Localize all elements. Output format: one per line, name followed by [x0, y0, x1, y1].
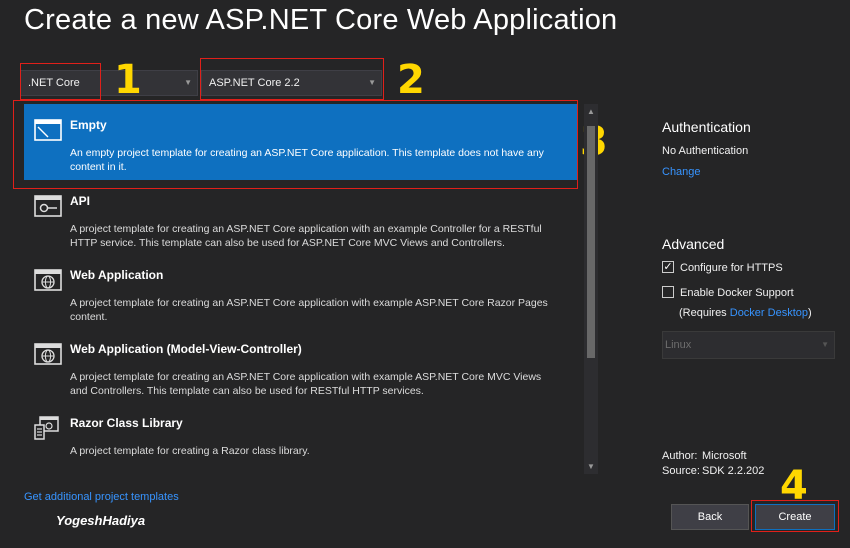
template-desc: A project template for creating an ASP.N…	[70, 223, 542, 249]
empty-template-icon	[34, 119, 62, 141]
template-item-web-application-mvc[interactable]: Web Application (Model-View-Controller) …	[24, 328, 577, 402]
framework-select-value: .NET Core	[28, 77, 80, 89]
back-button[interactable]: Back	[671, 504, 749, 530]
https-checkbox[interactable]: ✓	[662, 261, 674, 273]
chevron-down-icon: ▼	[821, 340, 829, 349]
template-name: API	[70, 194, 91, 208]
checkmark-icon: ✓	[663, 261, 673, 273]
scrollbar-thumb[interactable]	[587, 126, 595, 358]
framework-select[interactable]: .NET Core ▼	[20, 70, 198, 96]
authentication-value: No Authentication	[662, 145, 749, 157]
razor-library-icon	[34, 416, 59, 440]
docker-label: Enable Docker Support	[680, 287, 794, 299]
source-value: SDK 2.2.202	[702, 465, 765, 477]
template-name: Empty	[70, 118, 107, 132]
template-name: Razor Class Library	[70, 416, 183, 430]
template-item-razor-class-library[interactable]: Razor Class Library A project template f…	[24, 402, 577, 474]
api-template-icon	[34, 195, 62, 217]
template-item-api[interactable]: API A project template for creating an A…	[24, 180, 577, 254]
template-item-web-application[interactable]: Web Application A project template for c…	[24, 254, 577, 328]
author-label: Author:	[662, 450, 698, 462]
template-name: Web Application	[70, 268, 164, 282]
change-authentication-link[interactable]: Change	[662, 166, 701, 178]
get-additional-templates-link[interactable]: Get additional project templates	[24, 491, 179, 503]
version-select-value: ASP.NET Core 2.2	[209, 77, 300, 89]
chevron-down-icon: ▼	[368, 78, 376, 87]
advanced-heading: Advanced	[662, 236, 725, 252]
https-label: Configure for HTTPS	[680, 262, 783, 274]
step-label-4: 4	[780, 463, 808, 509]
web-globe-icon	[34, 343, 62, 365]
docker-os-select: Linux ▼	[662, 331, 835, 359]
template-desc: A project template for creating an ASP.N…	[70, 371, 542, 397]
docker-checkbox[interactable]	[662, 286, 674, 298]
authentication-heading: Authentication	[662, 119, 751, 135]
template-item-empty[interactable]: Empty An empty project template for crea…	[24, 104, 577, 180]
template-desc: A project template for creating a Razor …	[70, 445, 310, 457]
scroll-up-icon[interactable]: ▲	[584, 107, 598, 116]
web-globe-icon	[34, 269, 62, 291]
version-select[interactable]: ASP.NET Core 2.2 ▼	[201, 70, 382, 96]
page-title: Create a new ASP.NET Core Web Applicatio…	[24, 4, 618, 36]
chevron-down-icon: ▼	[184, 78, 192, 87]
watermark: YogeshHadiya	[56, 513, 146, 528]
author-value: Microsoft	[702, 450, 747, 462]
step-label-1: 1	[114, 57, 142, 103]
source-label: Source:	[662, 465, 700, 477]
docker-requires-note: (Requires Docker Desktop)	[679, 307, 812, 319]
template-name: Web Application (Model-View-Controller)	[70, 342, 302, 356]
template-desc: A project template for creating an ASP.N…	[70, 297, 548, 323]
template-desc: An empty project template for creating a…	[70, 147, 544, 173]
docker-os-select-value: Linux	[665, 339, 692, 351]
scroll-down-icon[interactable]: ▼	[584, 462, 598, 471]
template-list-scrollbar[interactable]: ▲ ▼	[584, 104, 598, 474]
template-list: Empty An empty project template for crea…	[24, 104, 577, 474]
docker-desktop-link[interactable]: Docker Desktop	[730, 307, 808, 319]
step-label-2: 2	[397, 57, 425, 103]
